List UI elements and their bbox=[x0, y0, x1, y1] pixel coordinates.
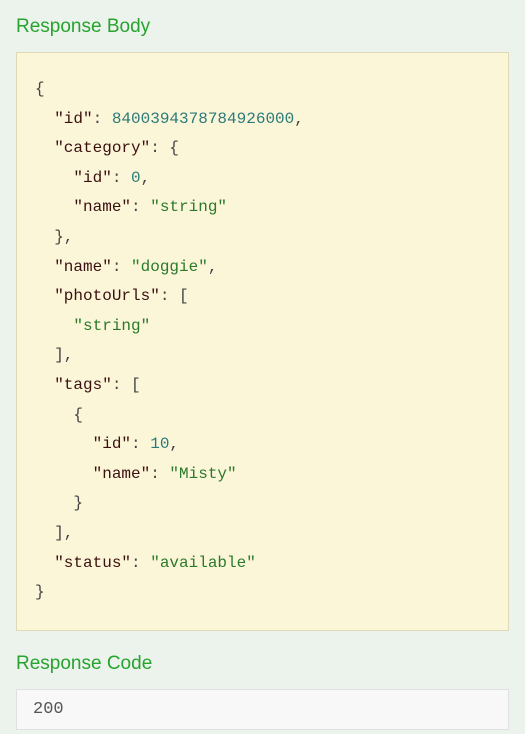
json-val-category-name: "string" bbox=[150, 198, 227, 216]
json-key-tag-id: "id" bbox=[93, 435, 131, 453]
json-val-name: "doggie" bbox=[131, 258, 208, 276]
json-val-status: "available" bbox=[150, 554, 256, 572]
json-key-status: "status" bbox=[54, 554, 131, 572]
json-key-photourls: "photoUrls" bbox=[54, 287, 160, 305]
response-code-panel: 200 bbox=[16, 689, 509, 730]
json-val-id: 8400394378784926000 bbox=[112, 110, 294, 128]
json-key-tag-name: "name" bbox=[93, 465, 151, 483]
json-key-category: "category" bbox=[54, 139, 150, 157]
json-key-name: "name" bbox=[54, 258, 112, 276]
json-key-tags: "tags" bbox=[54, 376, 112, 394]
response-code-header: Response Code bbox=[16, 653, 509, 675]
json-val-photourls-item: "string" bbox=[73, 317, 150, 335]
response-body-header: Response Body bbox=[16, 16, 509, 38]
response-body-panel: { "id": 8400394378784926000, "category":… bbox=[16, 52, 509, 631]
json-key-category-name: "name" bbox=[73, 198, 131, 216]
json-val-tag-id: 10 bbox=[150, 435, 169, 453]
json-key-category-id: "id" bbox=[73, 169, 111, 187]
json-val-tag-name: "Misty" bbox=[169, 465, 236, 483]
json-val-category-id: 0 bbox=[131, 169, 141, 187]
json-key-id: "id" bbox=[54, 110, 92, 128]
